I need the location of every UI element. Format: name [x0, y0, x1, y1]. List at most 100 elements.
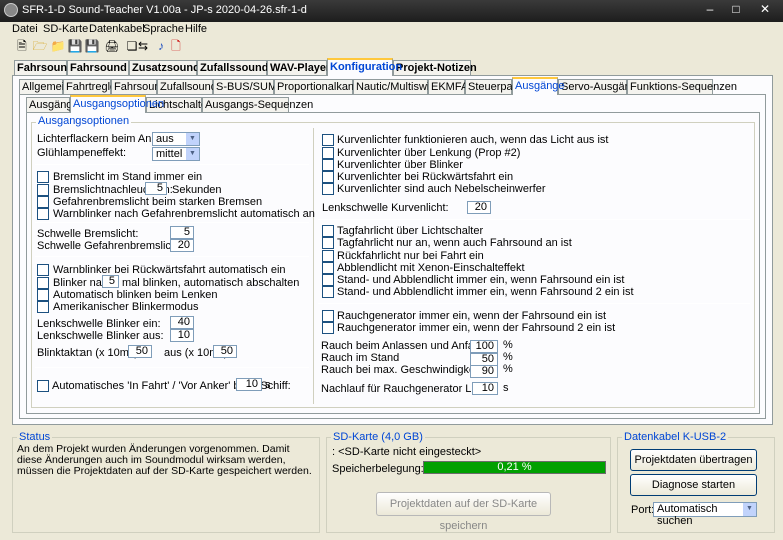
blinker-nach-input[interactable]: 5: [102, 275, 119, 288]
chevron-down-icon: ▼: [743, 503, 756, 516]
lichterflackern-select[interactable]: aus ▼: [152, 132, 200, 146]
separator: [318, 219, 750, 220]
kurven-rueck-checkbox[interactable]: [322, 171, 334, 183]
gefahrenbremslicht-checkbox[interactable]: [37, 196, 49, 208]
abblend-xenon-checkbox[interactable]: [322, 262, 334, 274]
music-note-icon[interactable]: ♪: [153, 38, 169, 54]
tab-wav-player[interactable]: WAV-Player: [267, 60, 330, 76]
print-icon[interactable]: 🖨: [104, 38, 120, 54]
subtab-allgemein[interactable]: Allgemein: [19, 79, 70, 95]
tab-fahrsound[interactable]: Fahrsound: [14, 60, 74, 76]
blinktakt-an-input[interactable]: 50: [128, 345, 152, 358]
subtab-steuerpad[interactable]: Steuerpad: [465, 79, 519, 95]
tab-zusatzsounds[interactable]: Zusatzsounds: [129, 60, 206, 76]
tab-projekt-notizen[interactable]: Projekt-Notizen: [393, 60, 477, 76]
lenk-kurven-input[interactable]: 20: [467, 201, 491, 214]
subtab-ausgaenge[interactable]: Ausgänge: [512, 77, 565, 95]
rauch-anlassen-input[interactable]: 100: [470, 340, 498, 353]
warnblinker-rueck-checkbox[interactable]: [37, 264, 49, 276]
transfer-icon[interactable]: ⇆: [135, 38, 151, 54]
separator: [318, 303, 750, 304]
menu-hilfe[interactable]: Hilfe: [185, 23, 207, 35]
subtab-proportionalkanaele[interactable]: Proportionalkanäle: [274, 79, 369, 95]
subtab-nautic-multiswitch[interactable]: Nautic/Multiswitch: [353, 79, 444, 95]
rauch2-checkbox[interactable]: [322, 322, 334, 334]
menu-sd-karte[interactable]: SD-Karte: [43, 23, 88, 35]
sdcard-path: : <SD-Karte nicht eingesteckt>: [332, 446, 482, 458]
save-as-icon[interactable]: 💾: [84, 38, 100, 54]
menu-datenkabel[interactable]: Datenkabel: [89, 23, 145, 35]
rueckfahr-checkbox[interactable]: [322, 250, 334, 262]
tab-konfiguration[interactable]: Konfiguration: [327, 58, 402, 76]
maximize-button[interactable]: □: [723, 0, 749, 19]
open-icon[interactable]: 🗁: [32, 38, 48, 54]
subsubtab-ausgaenge[interactable]: Ausgänge: [26, 97, 79, 113]
folder-icon[interactable]: 📁: [50, 38, 66, 54]
minimize-button[interactable]: –: [697, 0, 723, 19]
subtab-sbus-sumd[interactable]: S-BUS/SUMD: [213, 79, 285, 95]
subtab-fahrtregler[interactable]: Fahrtregler: [63, 79, 120, 95]
diagnose-button[interactable]: Diagnose starten: [630, 474, 757, 496]
chevron-down-icon: ▼: [186, 148, 199, 160]
bremslicht-stand-checkbox[interactable]: [37, 171, 49, 183]
subtab-funktions-sequenzen[interactable]: Funktions-Sequenzen: [627, 79, 737, 95]
usage-progress-bar: 0,21 %: [423, 461, 606, 474]
kurven-lenkung-checkbox[interactable]: [322, 147, 334, 159]
amerikanisch-checkbox[interactable]: [37, 301, 49, 313]
gefahrenbremslicht-label: Gefahrenbremslicht beim starken Bremsen: [53, 196, 263, 208]
document-red-icon[interactable]: 🗋: [168, 38, 184, 54]
menu-datei[interactable]: Datei: [12, 23, 38, 35]
kurven-lenkung-label: Kurvenlichter über Lenkung (Prop #2): [337, 147, 521, 159]
automatisches-fahrt-checkbox[interactable]: [37, 380, 49, 392]
transfer-button[interactable]: Projektdaten übertragen: [630, 449, 757, 471]
subtab-ekmfa[interactable]: EKMFA: [428, 79, 468, 95]
automatisches-fahrt-input[interactable]: 10: [236, 378, 262, 391]
subsubtab-ausgangs-sequenzen[interactable]: Ausgangs-Sequenzen: [202, 97, 313, 113]
stand-abblend2-checkbox[interactable]: [322, 286, 334, 298]
nachlauf-input[interactable]: 10: [472, 382, 498, 395]
percent-label: %: [503, 363, 513, 375]
port-label: Port:: [631, 504, 655, 516]
gluehlampen-select[interactable]: mittel ▼: [152, 147, 200, 161]
auto-blinken-checkbox[interactable]: [37, 289, 49, 301]
kurven-blinker-checkbox[interactable]: [322, 159, 334, 171]
save-icon[interactable]: 💾: [67, 38, 83, 54]
blinker-nach-checkbox[interactable]: [37, 277, 49, 289]
subtab-servo-ausgaenge[interactable]: Servo-Ausgänge: [558, 79, 643, 95]
sekunden-label: Sekunden: [172, 184, 222, 196]
tab-zufallssounds[interactable]: Zufallssounds: [197, 60, 275, 76]
lenk-blinker-ein-input[interactable]: 40: [170, 316, 194, 329]
menu-bar: Datei SD-Karte Datenkabel Sprache Hilfe: [0, 22, 783, 37]
save-to-sd-button[interactable]: Projektdaten auf der SD-Karte speichern: [376, 492, 551, 532]
close-button[interactable]: ✕: [752, 0, 778, 19]
schwelle-gefahrenbremslicht-input[interactable]: 20: [170, 239, 194, 252]
status-title: Status: [17, 431, 53, 443]
schwelle-bremslicht-input[interactable]: 5: [170, 226, 194, 239]
blinktakt-aus-input[interactable]: 50: [213, 345, 237, 358]
subtab-fahrsound[interactable]: Fahrsound: [111, 79, 167, 95]
stand-abblend1-checkbox[interactable]: [322, 274, 334, 286]
subsubtab-ausgangsoptionen[interactable]: Ausgangsoptionen: [70, 95, 164, 113]
bremslicht-nachleuchten-checkbox[interactable]: [37, 184, 49, 196]
lichterflackern-value: aus: [156, 133, 174, 145]
tagfahr-lichtschalter-checkbox[interactable]: [322, 225, 334, 237]
rauch-max-label: Rauch bei max. Geschwindigkeit: [321, 364, 481, 376]
menu-sprache[interactable]: Sprache: [143, 23, 184, 35]
tagfahr-nur-checkbox[interactable]: [322, 237, 334, 249]
separator: [35, 367, 309, 368]
rauch1-checkbox[interactable]: [322, 310, 334, 322]
subtab-zufallsound[interactable]: Zufallsound: [157, 79, 217, 95]
auto-blinken-label: Automatisch blinken beim Lenken: [53, 289, 218, 301]
tab-fahrsound-2[interactable]: Fahrsound 2: [67, 60, 136, 76]
separator: [35, 256, 309, 257]
new-icon[interactable]: 🗎: [14, 38, 30, 54]
warnblinker-rueck-label: Warnblinker bei Rückwärtsfahrt automatis…: [53, 264, 286, 276]
lenk-blinker-aus-input[interactable]: 10: [170, 329, 194, 342]
rauch-max-input[interactable]: 90: [470, 365, 498, 378]
separator: [35, 164, 309, 165]
kurven-funktionieren-checkbox[interactable]: [322, 134, 334, 146]
port-select[interactable]: Automatisch suchen ▼: [653, 502, 757, 527]
kurven-nebel-checkbox[interactable]: [322, 183, 334, 195]
warnblinker-gefahr-checkbox[interactable]: [37, 208, 49, 220]
bremslicht-nachleuchten-input[interactable]: 5: [145, 182, 167, 195]
